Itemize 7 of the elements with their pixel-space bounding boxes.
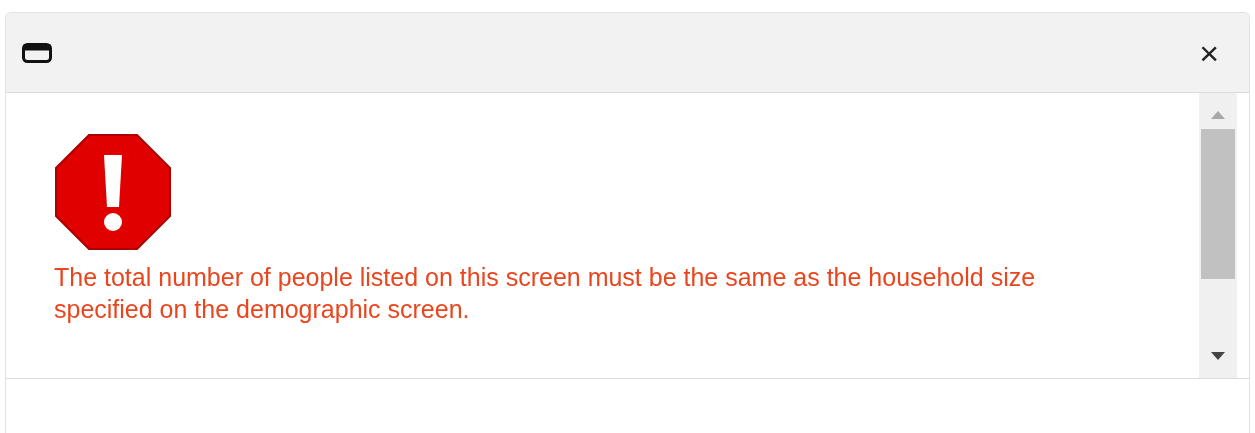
scroll-up-icon[interactable] — [1211, 111, 1225, 119]
scroll-down-icon[interactable] — [1211, 352, 1225, 360]
stop-warning-icon — [54, 133, 172, 251]
error-message: The total number of people listed on this screen must be the same as the household size specified on the demographic screen. — [54, 262, 1037, 325]
window-icon — [22, 42, 52, 63]
scrollbar[interactable] — [1199, 93, 1237, 378]
close-button[interactable]: × — [1199, 35, 1219, 70]
